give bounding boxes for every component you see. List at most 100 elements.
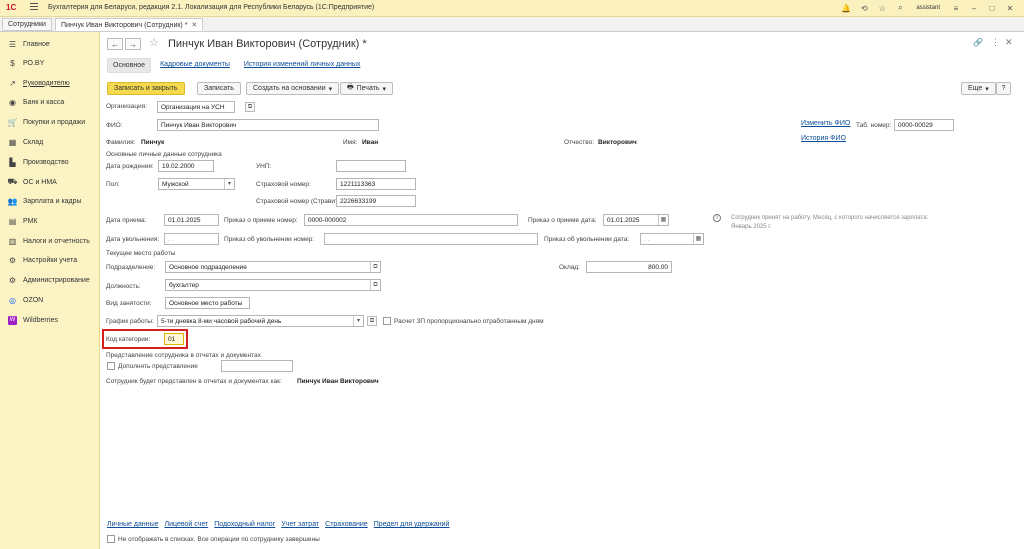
sidebar-item-rmk[interactable]: ▤ РМК <box>8 214 38 228</box>
ins-num2-field[interactable]: 2226633199 <box>336 195 416 207</box>
sidebar-item-bank[interactable]: ◉ Банк и касса <box>8 95 64 109</box>
gender-select[interactable]: Мужской ▾ <box>158 178 235 190</box>
subtab-history[interactable]: История изменений личных данных <box>239 58 366 73</box>
repr-extra-field[interactable] <box>221 360 293 372</box>
maximize-icon[interactable]: □ <box>986 2 998 14</box>
sidebar-item-production[interactable]: ▙ Производство <box>8 155 68 169</box>
tab-employee-card[interactable]: Пинчук Иван Викторович (Сотрудник) * ✕ <box>55 18 204 31</box>
calendar-icon[interactable]: ▦ <box>693 234 703 244</box>
position-field[interactable]: бухгалтер ⧉ <box>165 279 381 291</box>
sidebar-item-main[interactable]: ☰ Главное <box>8 37 50 51</box>
link-icon[interactable]: 🔗 <box>973 38 983 47</box>
sidebar-item-ozon[interactable]: ◎ OZON <box>8 293 43 307</box>
link-income-tax[interactable]: Подоходный налог <box>214 521 275 528</box>
favorite-star-icon[interactable]: ☆ <box>149 36 159 49</box>
link-deduction-limit[interactable]: Предел для удержаний <box>374 521 450 528</box>
org-field[interactable]: Организация на УСН <box>157 101 235 113</box>
position-value: бухгалтер <box>169 282 199 289</box>
sidebar-item-wildberries[interactable]: W Wildberries <box>8 313 58 327</box>
link-insurance[interactable]: Страхование <box>325 521 368 528</box>
bell-icon[interactable]: 🔔 <box>840 2 852 14</box>
tab-num-field[interactable]: 0000-00029 <box>894 119 954 131</box>
dismiss-order-date-field[interactable]: . . ▦ <box>640 233 704 245</box>
schedule-select[interactable]: 5-ти дневка 8-ми часовой рабочий день ▾ <box>157 315 364 327</box>
print-button[interactable]: 🖶 Печать ▾ <box>340 82 394 95</box>
repr-extra-checkbox[interactable] <box>107 362 115 370</box>
category-label: Код категории: <box>106 336 151 343</box>
link-personal-account[interactable]: Лицевой счет <box>165 521 209 528</box>
close-form-icon[interactable]: ✕ <box>1005 37 1013 48</box>
open-icon[interactable]: ⧉ <box>370 280 380 290</box>
sidebar-item-payroll[interactable]: 👥 Зарплата и кадры <box>8 194 82 208</box>
calendar-icon[interactable]: ▦ <box>658 215 668 225</box>
open-icon[interactable]: ⧉ <box>370 262 380 272</box>
gear-icon: ⚙ <box>8 275 17 285</box>
help-button[interactable]: ? <box>996 82 1011 95</box>
sidebar-item-label: Главное <box>23 40 50 48</box>
forward-button[interactable]: → <box>125 38 141 50</box>
back-button[interactable]: ← <box>107 38 123 50</box>
bank-icon: ◉ <box>9 97 16 107</box>
salary-field[interactable]: 800.00 <box>586 261 672 273</box>
repr-extra-label: Дополнять представление <box>118 363 198 370</box>
dropdown-arrow-icon: ▾ <box>353 316 363 326</box>
sidebar-item-roby[interactable]: $ РО.BY <box>8 56 44 70</box>
dismiss-order-num-field[interactable] <box>324 233 538 245</box>
more-button[interactable]: Еще ▾ <box>961 82 996 95</box>
tab-employees[interactable]: Сотрудники <box>2 18 52 31</box>
category-field[interactable]: 01 <box>164 333 184 345</box>
subtab-hr-docs[interactable]: Кадровые документы <box>155 58 235 73</box>
open-org-icon[interactable]: ⧉ <box>245 102 255 112</box>
sidebar-item-purchases[interactable]: 🛒 Покупки и продажи <box>8 115 86 129</box>
dept-field[interactable]: Основное подразделение ⧉ <box>165 261 381 273</box>
open-schedule-icon[interactable]: ⧉ <box>367 316 377 326</box>
birth-field[interactable]: 19.02.2000 <box>158 160 214 172</box>
schedule-value: 5-ти дневка 8-ми часовой рабочий день <box>161 318 282 325</box>
hire-order-date-label: Приказ о приеме дата: <box>528 217 597 224</box>
fio-field[interactable]: Пинчук Иван Викторович <box>157 119 379 131</box>
hire-date-field[interactable]: 01.01.2025 <box>164 214 219 226</box>
subtab-main[interactable]: Основное <box>107 58 152 73</box>
dismiss-date-field[interactable]: . . <box>164 233 219 245</box>
sidebar-item-taxes[interactable]: ▥ Налоги и отчетность <box>8 234 90 248</box>
sidebar-item-warehouse[interactable]: ▦ Склад <box>8 135 44 149</box>
hire-order-date-field[interactable]: 01.01.2025 ▦ <box>603 214 669 226</box>
minimize-icon[interactable]: – <box>968 2 980 14</box>
hire-order-num-field[interactable]: 0000-000002 <box>304 214 518 226</box>
sidebar-item-manager[interactable]: ↗ Руководителю <box>8 76 70 90</box>
employment-field[interactable]: Основное место работы <box>165 297 250 309</box>
search-icon[interactable]: ⌕ <box>894 2 906 14</box>
user-name[interactable]: assistant <box>916 5 940 11</box>
close-icon[interactable]: ✕ <box>1004 2 1016 14</box>
unp-field[interactable] <box>336 160 406 172</box>
save-button[interactable]: Записать <box>197 82 241 95</box>
settings-menu-icon[interactable]: ≡ <box>950 2 962 14</box>
star-icon[interactable]: ☆ <box>876 2 888 14</box>
link-cost-accounting[interactable]: Учет затрат <box>281 521 319 528</box>
main-menu-icon[interactable] <box>30 3 38 10</box>
create-based-label: Создать на основании <box>253 85 326 92</box>
tax-icon: ▥ <box>8 236 17 246</box>
history-icon[interactable]: ⟲ <box>858 2 870 14</box>
save-close-button[interactable]: Записать и закрыть <box>107 82 185 95</box>
create-based-button[interactable]: Создать на основании ▾ <box>246 82 340 95</box>
warehouse-icon: ▦ <box>8 137 17 147</box>
not-show-checkbox[interactable] <box>107 535 115 543</box>
sidebar-item-accounting-settings[interactable]: ⚙ Настройки учета <box>8 253 77 267</box>
more-icon[interactable]: ⋮ <box>991 37 1000 48</box>
link-personal-data[interactable]: Личные данные <box>107 521 159 528</box>
arrow-right-icon: → <box>129 39 137 49</box>
sidebar-item-label: Настройки учета <box>23 256 78 264</box>
tab-num-label: Таб. номер: <box>856 122 892 129</box>
sidebar-item-admin[interactable]: ⚙ Администрирование <box>8 273 90 287</box>
change-fio-link[interactable]: Изменить ФИО <box>801 120 850 127</box>
close-tab-icon[interactable]: ✕ <box>191 22 197 29</box>
not-show-label: Не отображать в списках. Все операции по… <box>118 536 320 543</box>
ins-num-field[interactable]: 1221113363 <box>336 178 416 190</box>
dismiss-date-label: Дата увольнения: <box>106 236 160 243</box>
repr-section-title: Представление сотрудника в отчетах и док… <box>106 352 261 359</box>
sidebar-item-assets[interactable]: ⛟ ОС и НМА <box>7 175 56 189</box>
dropdown-arrow-icon: ▾ <box>382 85 387 93</box>
fio-history-link[interactable]: История ФИО <box>801 135 846 142</box>
prop-calc-checkbox[interactable] <box>383 317 391 325</box>
